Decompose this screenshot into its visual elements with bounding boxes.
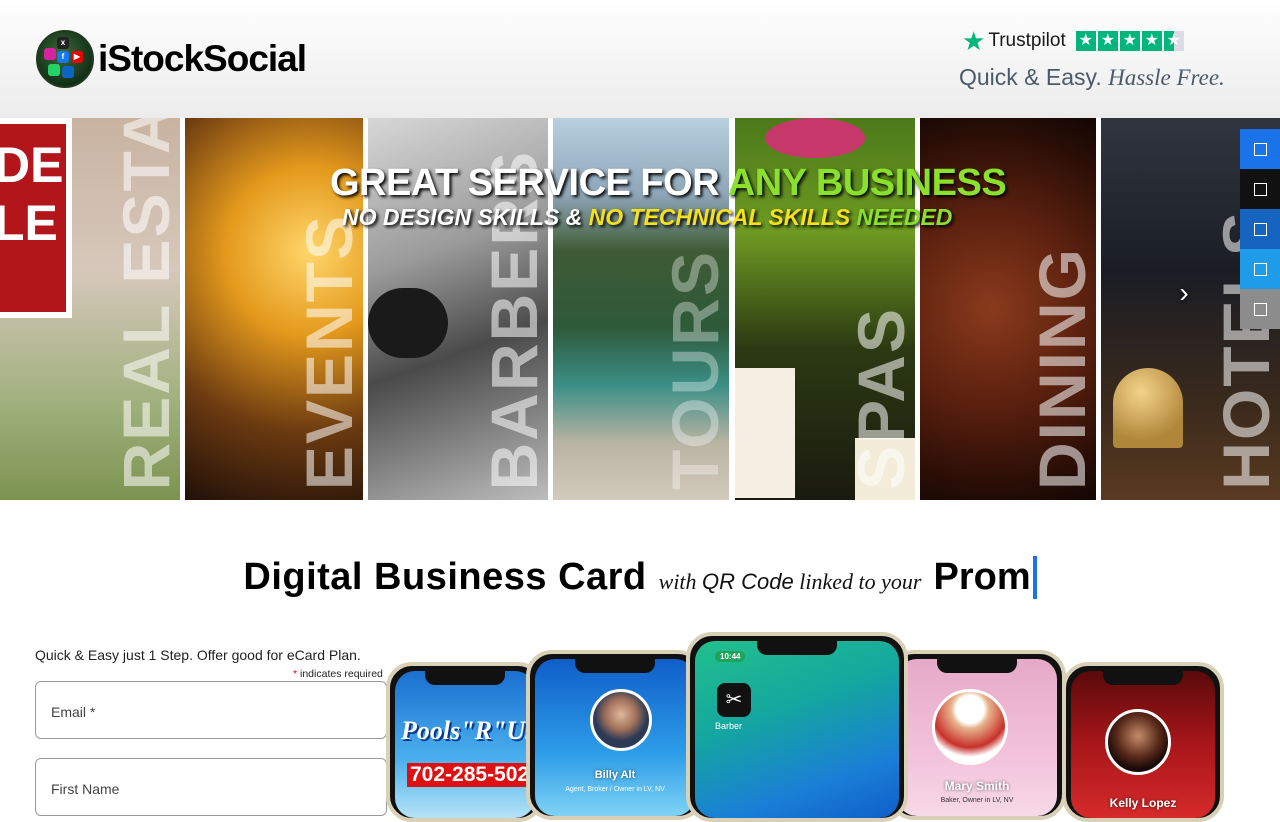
banner-headline: GREAT SERVICE FOR ANY BUSINESS [330,162,1007,205]
phone-mockup-barber: 10:44 ✂ Barber [686,632,908,822]
share-more-button[interactable] [1240,289,1280,329]
share-facebook-button[interactable] [1240,129,1280,169]
contact-title: Baker, Owner in LV, NV [940,797,1014,804]
phone-mockup-baker: Mary Smith Baker, Owner in LV, NV [888,650,1066,820]
logo-text: iStockSocial [98,38,307,79]
site-header: x f ▶ iStockSocial ★ Trustpilot ★ ★ ★ ★ … [0,0,1280,118]
phone-notch [425,671,505,685]
avatar [1105,709,1171,775]
contact-name: Billy Alt [594,769,636,781]
avatar [590,689,652,751]
first-name-placeholder: First Name [51,781,120,797]
trustpilot-badge[interactable]: ★ Trustpilot ★ ★ ★ ★ ★ [962,28,1184,54]
linkedin-icon [1253,222,1267,236]
contact-title: Agent, Broker / Owner in LV, NV [565,786,665,793]
phone-mockup-realtor: Billy Alt Agent, Broker / Owner in LV, N… [526,650,704,820]
title-bold: Digital Business Card [243,556,647,598]
sub-part4: NEEDED [850,204,953,230]
rating-half-star-icon: ★ [1163,31,1184,51]
avatar [932,689,1008,765]
headline-part1: GREAT SERVICE FOR [330,162,728,204]
phone-mockup-pools: Pools"R"Us 702-285-502 [386,662,544,822]
required-note: * indicates required [293,668,383,680]
bell-shape [1113,368,1183,448]
title-italic: with QR Code linked to your [659,569,922,595]
trustpilot-label: Trustpilot [988,30,1066,51]
rating-star-icon: ★ [1119,31,1140,51]
phone-notch [575,659,655,673]
sub-part1: NO DESIGN SKILLS [342,204,560,230]
rating-star-icon: ★ [1141,31,1162,51]
pools-logo: Pools"R"Us [401,716,535,745]
sub-part3: NO TECHNICAL SKILLS [588,204,851,230]
rating-star-icon: ★ [1075,31,1096,51]
logo-globe-icon: x f ▶ [36,30,94,88]
page-title: Digital Business Card with QR Code linke… [0,556,1280,599]
candle-shape [735,368,795,498]
trustpilot-rating: ★ ★ ★ ★ ★ [1075,31,1184,51]
barber-app-icon[interactable]: ✂ [717,683,751,717]
hero-banner: DE LE REAL ESTATE EVENTS BARBERS TOURS S… [0,118,1280,503]
share-x-button[interactable] [1240,169,1280,209]
email-field[interactable]: Email * [35,681,387,739]
typewriter-text: Prom [933,556,1037,599]
twitter-icon [1253,262,1267,276]
phone-mockup-party: Kelly Lopez [1062,662,1224,822]
facebook-icon [1253,142,1267,156]
title-italic-qr: QR Code [702,569,794,594]
title-italic-2: linked to your [799,569,922,594]
site-logo[interactable]: x f ▶ iStockSocial [36,30,307,88]
email-placeholder: Email * [51,704,96,720]
camera-shape [368,288,448,358]
phone-notch [937,659,1017,673]
barber-app-label: Barber [715,721,743,731]
phone-notch [757,641,837,655]
phone-notch [1103,671,1183,685]
form-intro: Quick & Easy just 1 Step. Offer good for… [35,647,361,663]
carousel-next-icon[interactable]: › [1172,278,1196,308]
share-linkedin-button[interactable] [1240,209,1280,249]
for-sale-sign: DE LE [0,118,72,318]
rating-star-icon: ★ [1097,31,1118,51]
tagline: Quick & Easy. Hassle Free. [959,64,1225,91]
title-italic-1: with [658,569,697,594]
panel-word: SPAS [844,307,915,490]
banner-panel-real-estate: DE LE REAL ESTATE [0,118,180,500]
first-name-field[interactable]: First Name [35,758,387,816]
panel-word: DINING [1025,247,1096,490]
share-icon [1253,302,1267,316]
pools-phone: 702-285-502 [407,763,533,787]
panel-word: REAL ESTATE [109,118,180,490]
headline-part2: ANY BUSINESS [727,162,1007,204]
tagline-italic: Hassle Free. [1108,65,1225,90]
banner-subheadline: NO DESIGN SKILLS & NO TECHNICAL SKILLS N… [342,204,952,231]
panel-word: TOURS [658,250,729,490]
tagline-plain: Quick & Easy. [959,64,1102,90]
contact-name: Kelly Lopez [1109,796,1177,810]
sign-text: DE LE [0,137,64,251]
contact-name: Mary Smith [944,779,1010,793]
sub-part2: & [559,204,589,230]
share-twitter-button[interactable] [1240,249,1280,289]
required-text: indicates required [297,668,383,680]
orchid-shape [765,118,865,158]
x-icon [1253,182,1267,196]
trustpilot-star-icon: ★ [962,26,986,56]
panel-word: EVENTS [292,213,363,490]
status-time: 10:44 [715,651,746,662]
